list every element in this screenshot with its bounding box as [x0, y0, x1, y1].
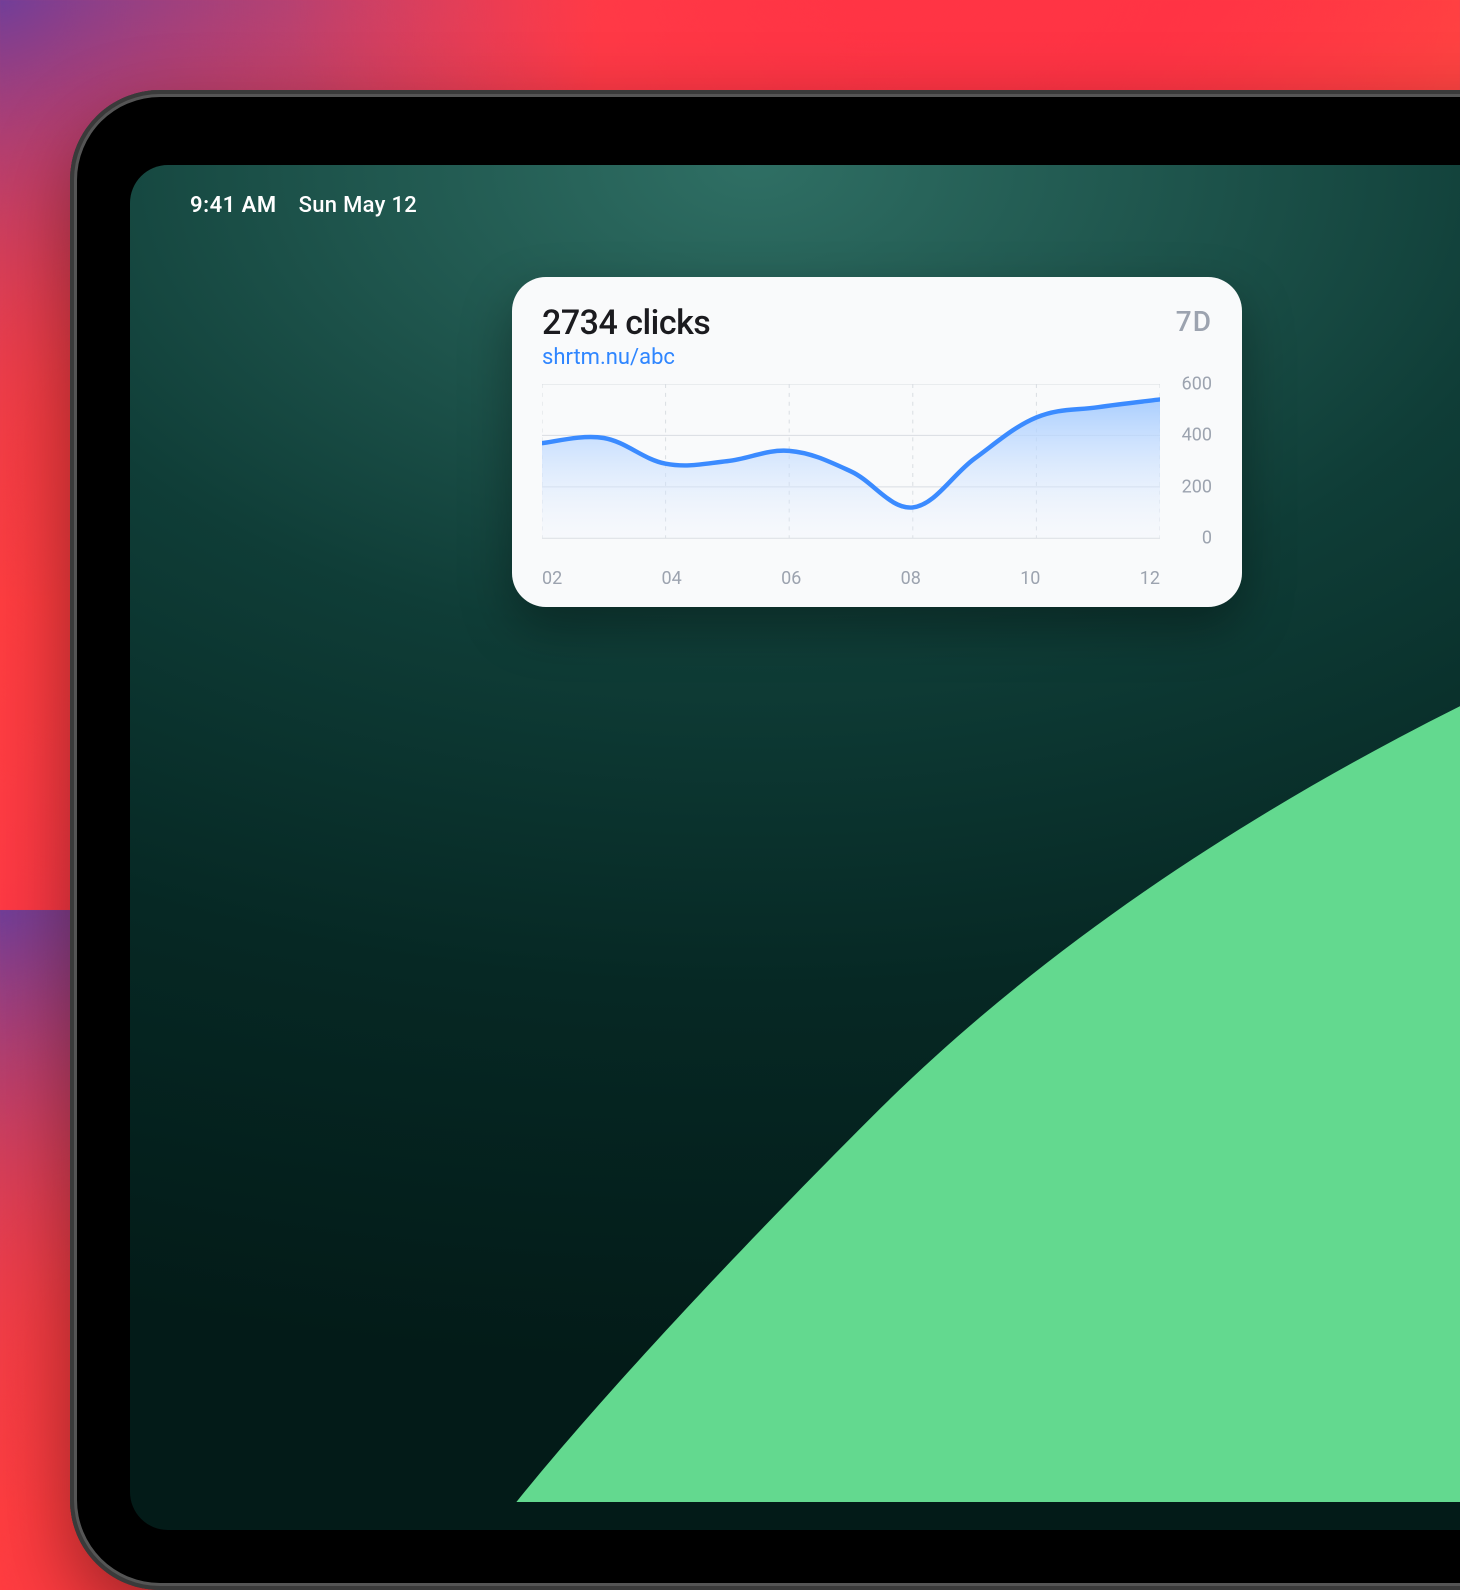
chart-plot	[542, 384, 1160, 562]
x-tick-label: 04	[662, 568, 682, 589]
x-tick-label: 02	[542, 568, 562, 589]
x-tick-label: 06	[781, 568, 801, 589]
x-tick-label: 12	[1140, 568, 1160, 589]
clicks-widget[interactable]: 2734 clicks shrtm.nu/abc 7D 0 200 400 600 0…	[512, 277, 1242, 607]
y-tick-label: 600	[1182, 374, 1212, 395]
widget-range-badge: 7D	[1176, 305, 1212, 338]
status-time: 9:41 AM	[190, 193, 277, 218]
x-tick-label: 08	[901, 568, 921, 589]
widget-short-link[interactable]: shrtm.nu/abc	[542, 345, 675, 370]
chart: 0200400600	[542, 384, 1212, 562]
status-date: Sun May 12	[299, 193, 417, 218]
widget-header: 2734 clicks shrtm.nu/abc 7D	[542, 303, 1212, 370]
chart-y-axis: 0200400600	[1160, 384, 1212, 562]
y-tick-label: 0	[1202, 528, 1212, 549]
x-tick-label: 10	[1020, 568, 1040, 589]
chart-svg	[542, 384, 1160, 562]
tablet-device-frame: 9:41 AM Sun May 12 2734 clicks shrtm.nu/…	[70, 90, 1460, 1590]
status-bar: 9:41 AM Sun May 12	[190, 193, 417, 218]
tablet-screen: 9:41 AM Sun May 12 2734 clicks shrtm.nu/…	[130, 165, 1460, 1530]
y-tick-label: 400	[1182, 425, 1212, 446]
chart-x-axis: 02 04 06 08 10 12	[542, 568, 1212, 589]
widget-title: 2734 clicks	[542, 303, 710, 343]
y-tick-label: 200	[1182, 476, 1212, 497]
